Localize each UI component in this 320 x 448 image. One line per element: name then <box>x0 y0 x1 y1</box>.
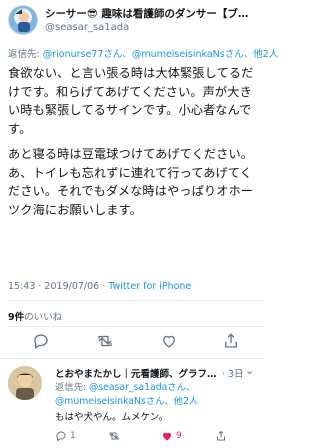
tweet-actions <box>0 332 265 354</box>
reply-tweet[interactable]: とおやまたかし｜元看護師、グラフ… · 3日 ⌄ 返信先: @seasar_sa… <box>0 360 265 448</box>
tweet-timestamp: 15:43 · 2019/07/06 · Twitter for iPhone <box>8 281 191 292</box>
tweet-body: 食欲ない、と言い張る時は大体緊張してるだけです。和らげてあげてください。声が大き… <box>8 64 260 226</box>
divider <box>0 358 265 359</box>
like-icon[interactable] <box>160 332 180 352</box>
divider <box>8 326 265 327</box>
reply-icon <box>56 431 66 442</box>
reply-to-label: 返信先: <box>8 49 43 60</box>
likes-summary[interactable]: 9件のいいね <box>8 309 62 323</box>
divider <box>8 300 265 301</box>
tweet-source[interactable]: Twitter for iPhone <box>108 281 191 292</box>
reply-to-label: 返信先: <box>55 382 89 393</box>
reply-count: 1 <box>70 431 76 441</box>
reply-text: もはや犬やん。ムメケン。 <box>55 412 169 423</box>
author-name[interactable]: シーサー😎 趣味は看護師のダンサー【ブ… <box>45 6 261 21</box>
retweet-icon <box>109 432 119 440</box>
reply-to-mentions[interactable]: @rionurse77さん、@mumeiseisinkaNsさん、他2人 <box>43 49 279 60</box>
retweet-icon[interactable] <box>95 332 115 352</box>
reply-like-button[interactable]: 9 <box>161 428 182 444</box>
reply-mention-1[interactable]: @seasar_sa1adaさん、 <box>89 382 195 393</box>
reply-author-avatar[interactable] <box>8 366 42 400</box>
reply-actions: 1 9 <box>55 428 265 444</box>
author-handle[interactable]: @seasar_sa1ada <box>45 22 129 33</box>
likes-label: のいいね <box>24 312 63 323</box>
likes-count: 9件 <box>8 312 25 323</box>
reply-icon[interactable] <box>32 332 52 352</box>
reply-to-line: 返信先: @seasar_sa1adaさん、 @mumeiseisinkaNsさ… <box>55 381 198 409</box>
tweet-paragraph-1: 食欲ない、と言い張る時は大体緊張してるだけです。和らげてあげてください。声が大き… <box>8 66 254 136</box>
reply-time: · 3日 <box>222 369 244 380</box>
author-avatar[interactable] <box>8 5 38 35</box>
like-icon <box>163 432 171 441</box>
reply-reply-button[interactable]: 1 <box>55 428 76 444</box>
reply-retweet-button[interactable] <box>107 428 124 444</box>
like-count: 9 <box>176 431 182 441</box>
tweet-paragraph-2: あと寝る時は豆電球つけてあげてください。あ、トイレも忘れずに連れて行ってあげてく… <box>8 147 254 217</box>
share-icon <box>217 430 225 441</box>
tweet-header: シーサー😎 趣味は看護師のダンサー【ブ… @seasar_sa1ada <box>0 0 265 40</box>
reply-author-name[interactable]: とおやまたかし｜元看護師、グラフ… <box>55 366 217 380</box>
reply-to-line: 返信先: @rionurse77さん、@mumeiseisinkaNsさん、他2… <box>8 46 278 60</box>
share-icon[interactable] <box>222 332 242 352</box>
reply-share-button[interactable] <box>215 428 227 444</box>
reply-mention-2[interactable]: @mumeiseisinkaNsさん、他2人 <box>55 396 198 407</box>
more-icon[interactable]: ⌄ <box>245 364 254 377</box>
timestamp-text[interactable]: 15:43 · 2019/07/06 · <box>8 281 108 292</box>
